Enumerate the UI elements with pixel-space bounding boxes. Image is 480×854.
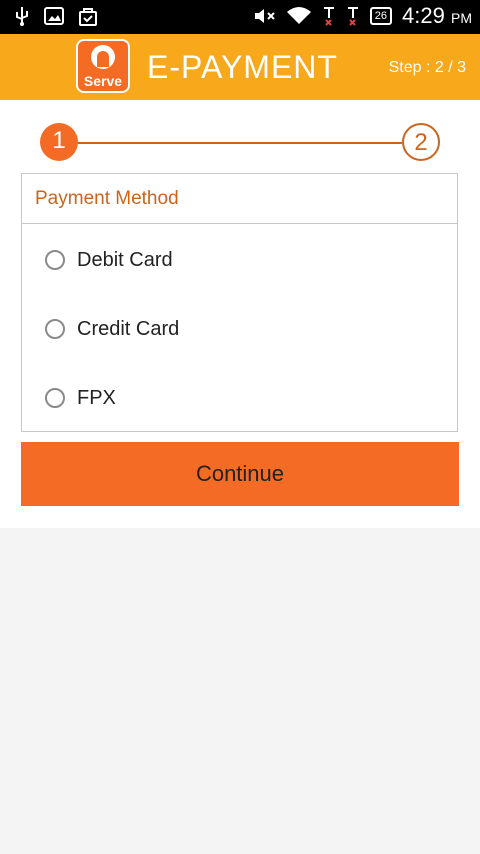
clock-time: 4:29 <box>402 3 445 28</box>
radio-debit-card[interactable] <box>45 250 65 270</box>
usb-icon <box>16 7 28 26</box>
status-bar: 26 4:29 PM <box>0 0 480 34</box>
mute-icon <box>254 9 275 23</box>
status-icons-right: 26 4:29 PM <box>254 3 472 29</box>
continue-button[interactable]: Continue <box>21 442 459 506</box>
radio-credit-card[interactable] <box>45 319 65 339</box>
option-credit-card[interactable]: Credit Card <box>22 304 457 354</box>
option-label: Credit Card <box>77 317 180 340</box>
content-panel: 1 2 Payment Method Debit Card Credit Car… <box>0 100 480 528</box>
clock: 4:29 PM <box>402 3 472 29</box>
option-fpx[interactable]: FPX <box>22 373 457 423</box>
step-1-circle: 1 <box>40 123 78 161</box>
signal-icon <box>323 7 334 26</box>
payment-method-card: Payment Method Debit Card Credit Card FP… <box>21 173 458 432</box>
serve-logo: Serve <box>76 39 130 93</box>
status-icons-left <box>14 6 98 26</box>
payment-method-heading: Payment Method <box>22 174 457 224</box>
option-debit-card[interactable]: Debit Card <box>22 235 457 285</box>
app-header: Serve E-PAYMENT Step : 2 / 3 <box>0 34 480 100</box>
radio-fpx[interactable] <box>45 388 65 408</box>
logo-mark-icon <box>91 45 115 69</box>
option-label: Debit Card <box>77 248 173 271</box>
wifi-icon <box>286 7 311 24</box>
logo-text: Serve <box>83 73 123 89</box>
image-icon <box>44 7 64 25</box>
progress-stepper: 1 2 <box>40 123 440 163</box>
step-2-circle: 2 <box>402 123 440 161</box>
step-indicator: Step : 2 / 3 <box>388 59 466 76</box>
clock-ampm: PM <box>451 10 472 26</box>
page-title: E-PAYMENT <box>147 49 338 85</box>
stepper-line <box>78 142 402 144</box>
signal-icon <box>347 7 358 26</box>
battery-icon: 26 <box>369 7 393 25</box>
option-label: FPX <box>77 386 116 409</box>
shopping-bag-icon <box>79 8 97 26</box>
